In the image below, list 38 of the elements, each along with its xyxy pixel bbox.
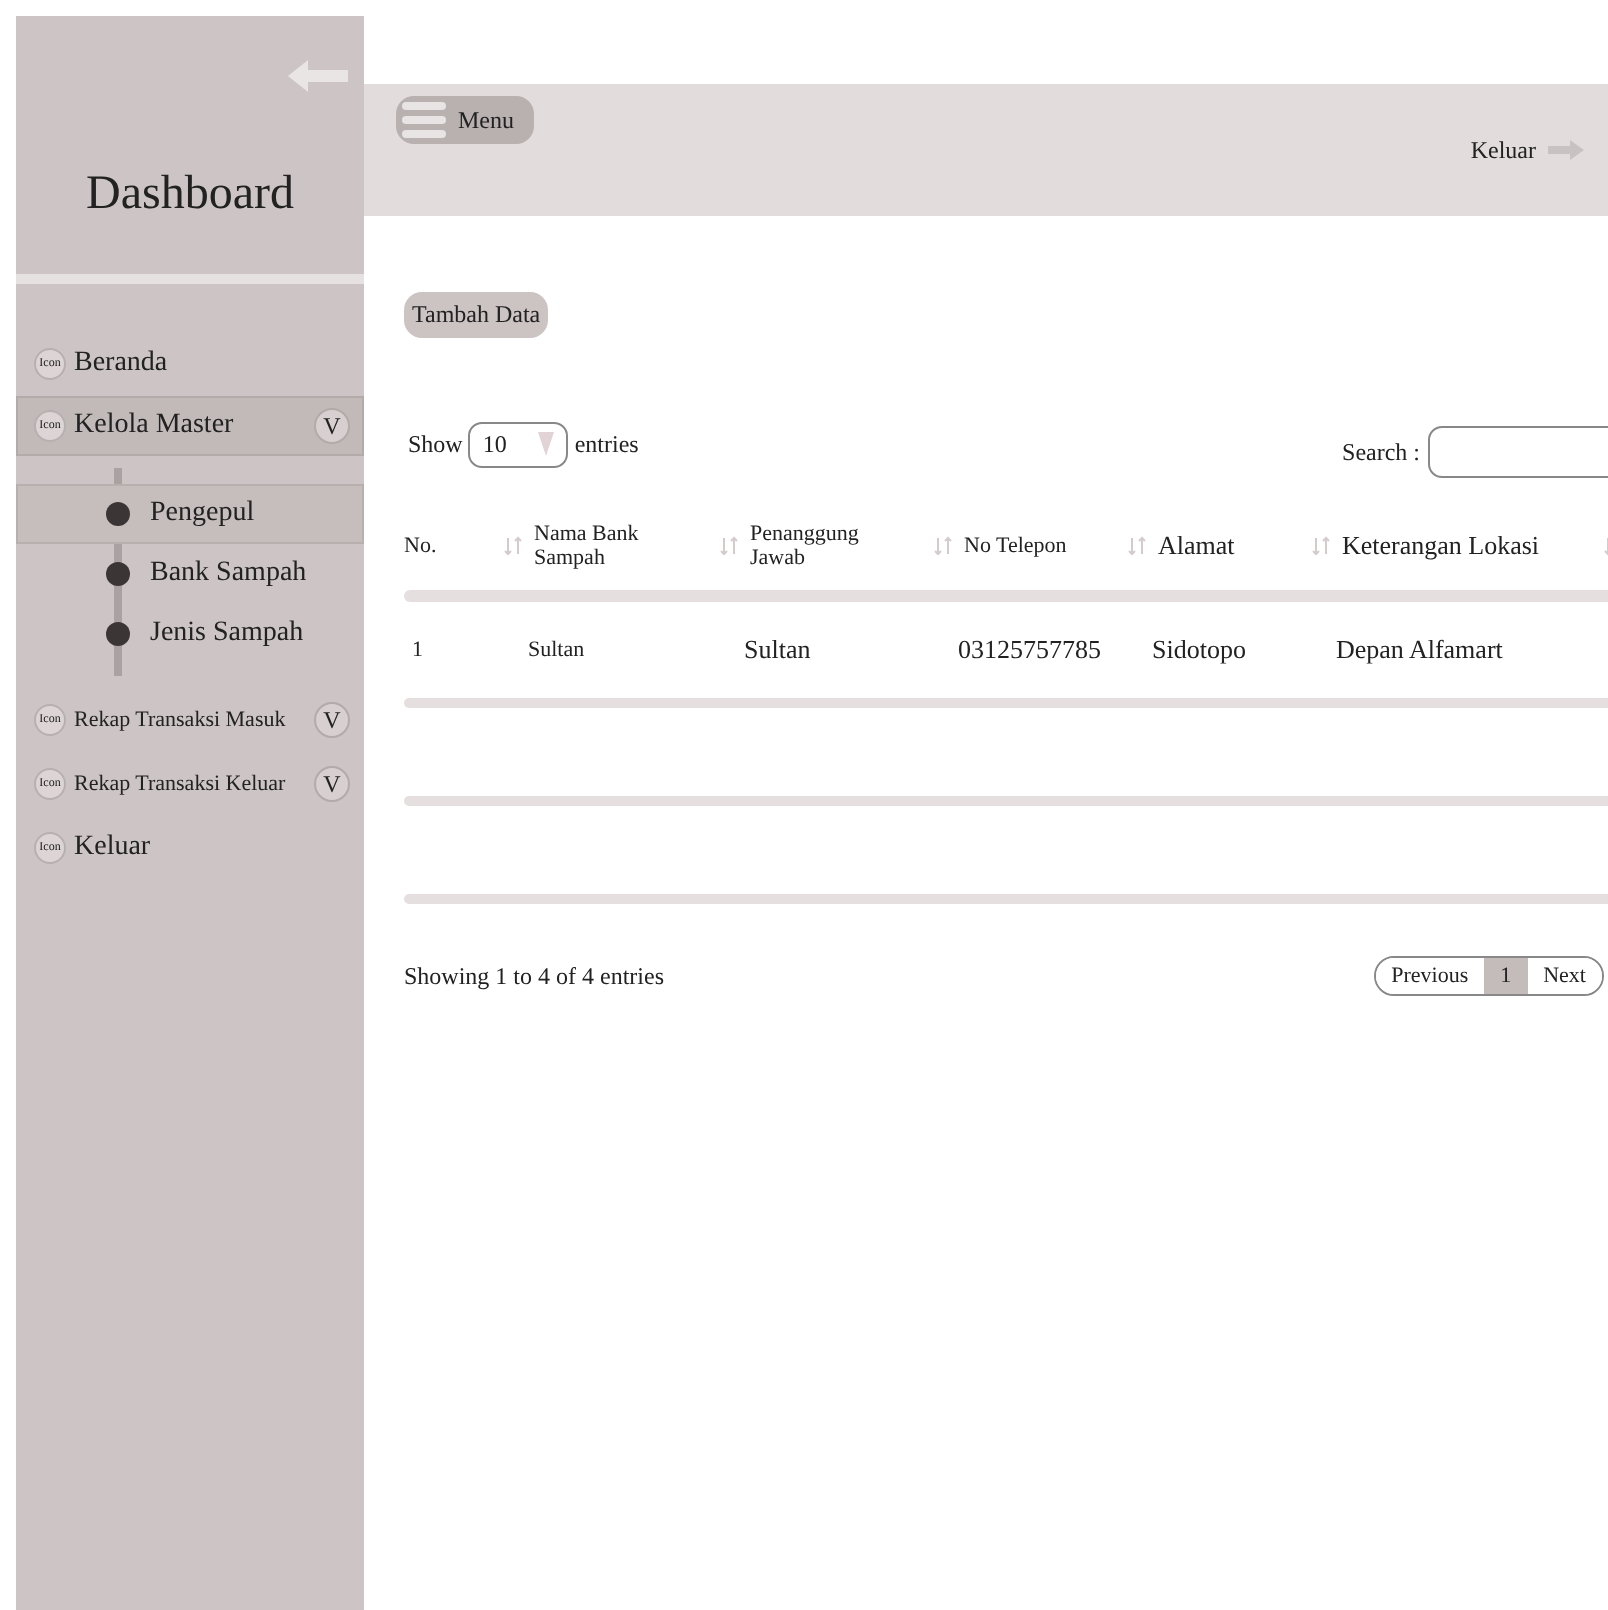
table-cell-text: Sultan [742,632,813,668]
entries-label: entries [574,429,639,459]
table-cell-text: 03125757785 [956,632,1103,668]
caret-icon [538,432,555,456]
submenu-item[interactable]: Jenis Sampah [16,604,364,664]
back-arrow-icon[interactable] [288,60,348,92]
column-header: No. [404,533,437,559]
menu-icon [402,102,446,138]
entries-select[interactable]: 10 [468,421,569,467]
sort-icon[interactable] [504,536,522,556]
table-cell-text: 1 [410,636,425,666]
search-label: Search : [1342,437,1420,467]
table-cell-text: Sidotopo [1150,632,1248,668]
search-field[interactable] [1428,426,1608,478]
expand-toggle[interactable]: V [314,408,350,444]
submenu-item[interactable]: Bank Sampah [16,544,364,604]
show-label: Show [408,429,463,459]
add-data-button[interactable]: Tambah Data [404,292,549,338]
menu-button[interactable]: Menu [396,96,534,144]
column-header: Penanggung Jawab [750,521,861,571]
sort-icon[interactable] [720,536,738,556]
submenu-item[interactable]: Pengepul [16,484,364,544]
table-cell-text: Depan Alfamart [1334,632,1505,668]
column-header: Nama Bank Sampah [534,521,641,571]
column-header: Alamat [1158,531,1235,561]
sidebar-title: Dashboard [86,168,294,222]
sort-icon[interactable] [1128,536,1146,556]
expand-toggle[interactable]: V [314,766,350,802]
arrow-right-icon [1548,140,1584,160]
column-header: No Telepon [964,533,1067,559]
sort-icon[interactable] [934,536,952,556]
logout-button[interactable]: Keluar [1458,133,1596,167]
table-cell-text: Sultan [526,636,587,666]
expand-toggle[interactable]: V [314,702,350,738]
sort-icon[interactable] [1312,536,1330,556]
table-info: Showing 1 to 4 of 4 entries [404,961,664,991]
pagination-button[interactable]: 1 [1484,958,1528,994]
column-header: Keterangan Lokasi [1342,531,1540,561]
